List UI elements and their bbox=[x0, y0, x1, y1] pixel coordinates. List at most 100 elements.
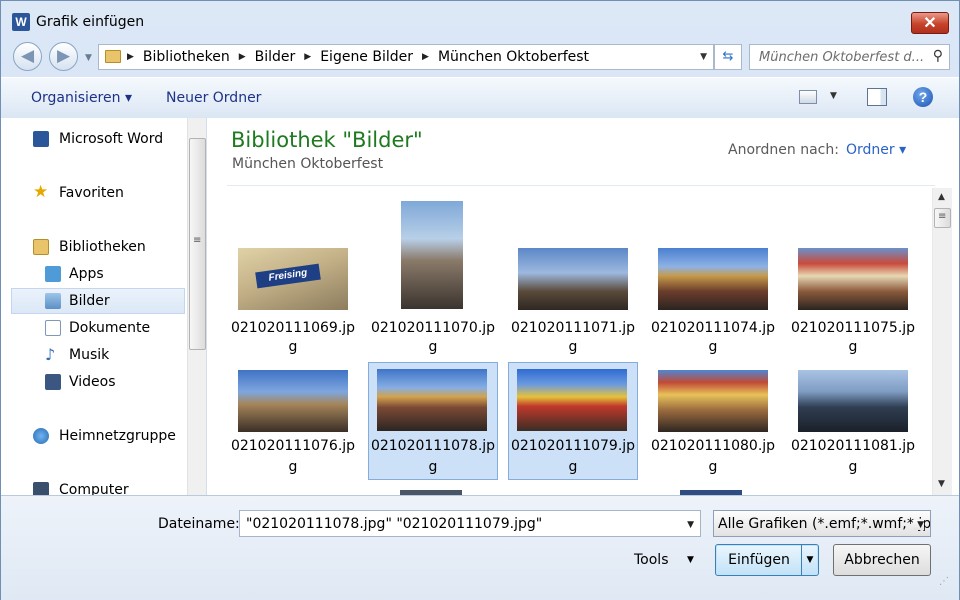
music-icon: ♪ bbox=[45, 345, 56, 364]
breadcrumb: ▶ Bibliotheken ▶ Bilder ▶ Eigene Bilder … bbox=[127, 45, 589, 69]
scroll-up-icon[interactable]: ▲ bbox=[938, 192, 945, 202]
file-list-scrollbar-thumb[interactable]: ≡ bbox=[934, 208, 951, 228]
file-tile-021020111078[interactable]: 021020111078.jp g bbox=[368, 362, 498, 480]
file-name-wrap: g bbox=[848, 459, 858, 475]
file-tile-021020111076[interactable]: 021020111076.jp g bbox=[228, 362, 358, 480]
breadcrumb-item-eigene-bilder[interactable]: Eigene Bilder bbox=[320, 49, 413, 65]
forward-arrow-icon: ▶ bbox=[56, 46, 71, 66]
file-name: 021020111070.jp bbox=[370, 320, 496, 336]
breadcrumb-separator-icon[interactable]: ▶ bbox=[127, 52, 134, 62]
documents-icon bbox=[45, 320, 61, 336]
scroll-down-icon[interactable]: ▼ bbox=[938, 479, 945, 489]
folder-icon bbox=[105, 50, 121, 63]
breadcrumb-separator-icon[interactable]: ▶ bbox=[422, 52, 429, 62]
file-name-wrap: g bbox=[288, 339, 298, 355]
breadcrumb-separator-icon[interactable]: ▶ bbox=[239, 52, 246, 62]
search-box[interactable]: München Oktoberfest d... ⚲ bbox=[749, 44, 950, 70]
breadcrumb-separator-icon[interactable]: ▶ bbox=[304, 52, 311, 62]
sidebar-scrollbar[interactable]: ≡ bbox=[187, 118, 206, 495]
file-tile-021020111069[interactable]: Freising 021020111069.jp g bbox=[228, 200, 358, 355]
search-icon[interactable]: ⚲ bbox=[933, 48, 943, 64]
organize-button[interactable]: Organisieren ▾ bbox=[31, 90, 132, 106]
tools-button[interactable]: Tools bbox=[634, 552, 669, 568]
thumbnail-image bbox=[658, 370, 768, 432]
file-name: 021020111069.jp bbox=[230, 320, 356, 336]
arrange-by-dropdown[interactable]: Ordner ▾ bbox=[846, 142, 906, 158]
sidebar-item-label: Bibliotheken bbox=[59, 239, 146, 255]
file-tile-021020111080[interactable]: 021020111080.jp g bbox=[648, 362, 778, 480]
breadcrumb-item-bibliotheken[interactable]: Bibliotheken bbox=[143, 49, 230, 65]
station-sign-image: Freising bbox=[255, 263, 321, 289]
thumbnail-image bbox=[518, 248, 628, 310]
new-folder-button[interactable]: Neuer Ordner bbox=[166, 90, 261, 106]
file-name: 021020111075.jp bbox=[790, 320, 916, 336]
sidebar-item-label: Computer bbox=[59, 482, 129, 495]
file-list-scrollbar[interactable]: ▲ ≡ ▼ bbox=[932, 188, 952, 495]
breadcrumb-item-muenchen-oktoberfest[interactable]: München Oktoberfest bbox=[438, 49, 589, 65]
thumbnail-image bbox=[401, 201, 463, 309]
sidebar-item-bilder[interactable]: Bilder bbox=[11, 288, 185, 314]
chevron-down-icon[interactable]: ▼ bbox=[687, 520, 694, 530]
search-input[interactable]: München Oktoberfest d... bbox=[759, 50, 924, 65]
sidebar-item-computer[interactable]: Computer bbox=[11, 477, 185, 495]
sidebar-item-musik[interactable]: ♪ Musik bbox=[11, 342, 185, 368]
recent-locations-dropdown[interactable]: ▼ bbox=[85, 53, 92, 63]
chevron-down-icon[interactable]: ▼ bbox=[913, 520, 924, 530]
dialog-title: Grafik einfügen bbox=[36, 14, 145, 30]
sidebar-item-dokumente[interactable]: Dokumente bbox=[11, 315, 185, 341]
change-view-icon[interactable] bbox=[799, 90, 817, 104]
file-tile-021020111075[interactable]: 021020111075.jp g bbox=[788, 200, 918, 355]
insert-options-dropdown[interactable]: ▼ bbox=[801, 545, 818, 575]
sidebar-item-label: Videos bbox=[69, 374, 116, 390]
address-history-dropdown[interactable]: ▼ bbox=[700, 52, 707, 62]
filename-field[interactable]: "021020111078.jpg" "021020111079.jpg" ▼ bbox=[239, 510, 701, 537]
refresh-button[interactable]: ⇆ bbox=[714, 44, 742, 70]
insert-button-label: Einfügen bbox=[728, 552, 790, 568]
breadcrumb-item-bilder[interactable]: Bilder bbox=[255, 49, 296, 65]
resize-grip-icon[interactable]: ⋰ bbox=[939, 576, 949, 587]
file-tile-021020111071[interactable]: 021020111071.jp g bbox=[508, 200, 638, 355]
header-divider bbox=[227, 185, 935, 186]
library-title: Bibliothek "Bilder" bbox=[231, 128, 423, 152]
preview-pane-icon[interactable] bbox=[867, 88, 887, 106]
file-name-wrap: g bbox=[568, 339, 578, 355]
view-options-dropdown[interactable]: ▼ bbox=[830, 91, 837, 101]
thumbnail-image bbox=[238, 370, 348, 432]
insert-button[interactable]: Einfügen ▼ bbox=[715, 544, 819, 576]
file-name-wrap: g bbox=[848, 339, 858, 355]
file-tile-021020111070[interactable]: 021020111070.jp g bbox=[368, 200, 498, 355]
refresh-icon: ⇆ bbox=[722, 49, 734, 64]
arrange-by-label: Anordnen nach: bbox=[728, 142, 839, 158]
sidebar-item-favoriten[interactable]: ★ Favoriten bbox=[11, 180, 185, 206]
sidebar-item-microsoft-word[interactable]: Microsoft Word bbox=[11, 126, 185, 152]
star-icon: ★ bbox=[33, 182, 49, 202]
homegroup-icon bbox=[33, 428, 49, 444]
file-name-wrap: g bbox=[708, 339, 718, 355]
file-name: 021020111078.jp bbox=[370, 438, 496, 454]
sidebar-item-label: Bilder bbox=[69, 293, 110, 309]
forward-button[interactable]: ▶ bbox=[49, 42, 78, 71]
sidebar-item-label: Apps bbox=[69, 266, 104, 282]
file-tile-021020111081[interactable]: 021020111081.jp g bbox=[788, 362, 918, 480]
filetype-select[interactable]: Alle Grafiken (*.emf;*.wmf;*.jp ▼ bbox=[713, 510, 931, 537]
file-name-wrap: g bbox=[428, 339, 438, 355]
sidebar-item-videos[interactable]: Videos bbox=[11, 369, 185, 395]
cancel-button[interactable]: Abbrechen bbox=[833, 544, 931, 576]
file-tile-021020111074[interactable]: 021020111074.jp g bbox=[648, 200, 778, 355]
chevron-down-icon[interactable]: ▼ bbox=[687, 555, 694, 565]
address-bar[interactable]: ▶ Bibliotheken ▶ Bilder ▶ Eigene Bilder … bbox=[98, 44, 714, 70]
sidebar-item-label: Heimnetzgruppe bbox=[59, 428, 176, 444]
close-button[interactable]: ✕ bbox=[911, 12, 949, 34]
file-tile-021020111079[interactable]: 021020111079.jp g bbox=[508, 362, 638, 480]
back-button[interactable]: ◀ bbox=[13, 42, 42, 71]
file-name: 021020111081.jp bbox=[790, 438, 916, 454]
scroll-grip-icon: ≡ bbox=[938, 211, 947, 222]
sidebar-item-apps[interactable]: Apps bbox=[11, 261, 185, 287]
thumbnail-image: Freising bbox=[238, 248, 348, 310]
thumbnail-image bbox=[377, 369, 487, 431]
sidebar-scrollbar-thumb[interactable]: ≡ bbox=[189, 138, 206, 350]
sidebar-item-heimnetzgruppe[interactable]: Heimnetzgruppe bbox=[11, 423, 185, 449]
help-icon[interactable]: ? bbox=[913, 87, 933, 107]
filename-value[interactable]: "021020111078.jpg" "021020111079.jpg" bbox=[246, 516, 542, 532]
sidebar-item-bibliotheken[interactable]: Bibliotheken bbox=[11, 234, 185, 260]
